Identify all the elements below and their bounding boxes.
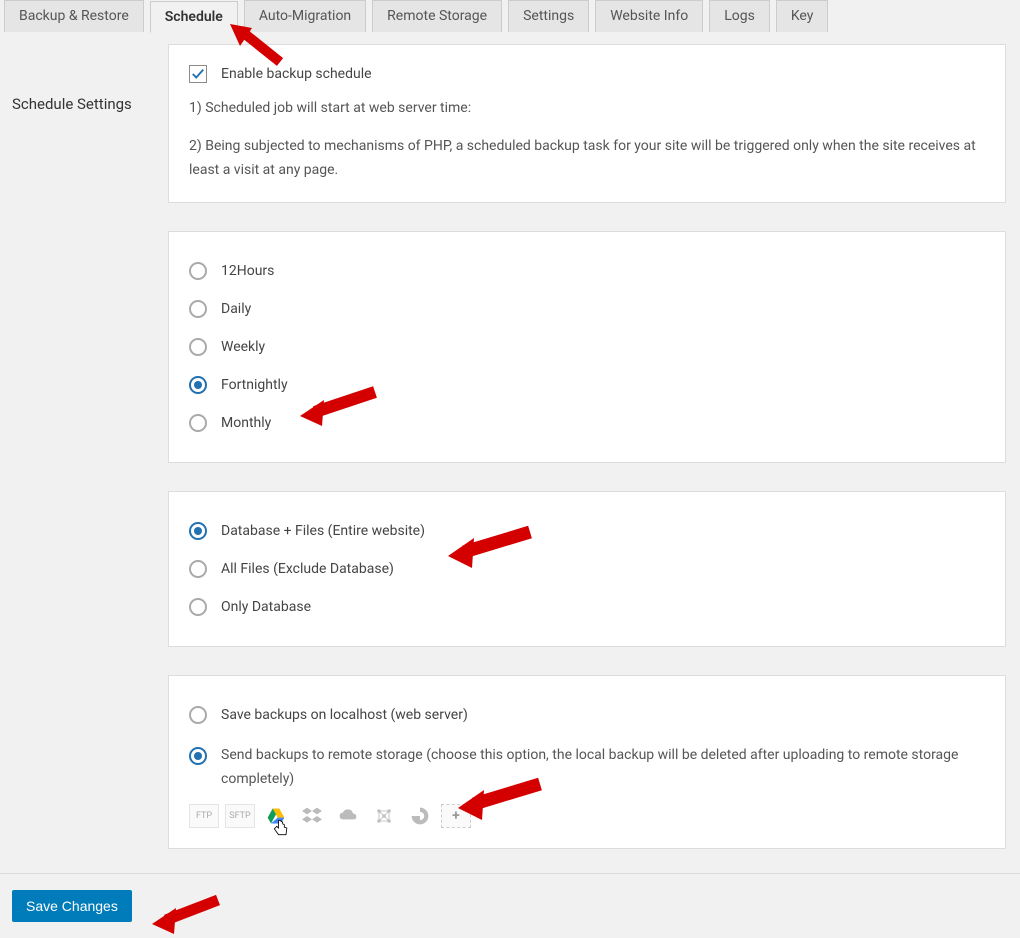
- enable-checkbox[interactable]: [189, 65, 207, 83]
- tab-website-info[interactable]: Website Info: [595, 0, 703, 32]
- tab-schedule[interactable]: Schedule: [150, 1, 238, 33]
- label-12hours: 12Hours: [221, 263, 274, 279]
- storage-icons: FTP SFTP: [189, 804, 985, 828]
- radio-only-db[interactable]: [189, 598, 207, 616]
- cursor-icon: [271, 818, 291, 842]
- tab-remote-storage[interactable]: Remote Storage: [372, 0, 502, 32]
- radio-remote[interactable]: [189, 747, 207, 765]
- save-button[interactable]: Save Changes: [12, 890, 132, 922]
- add-storage-icon[interactable]: +: [441, 804, 471, 828]
- radio-monthly[interactable]: [189, 414, 207, 432]
- enable-panel: Enable backup schedule 1) Scheduled job …: [168, 44, 1006, 203]
- note-2: 2) Being subjected to mechanisms of PHP,…: [189, 135, 985, 183]
- label-remote: Send backups to remote storage (choose t…: [221, 744, 985, 792]
- radio-daily[interactable]: [189, 300, 207, 318]
- dropbox-icon[interactable]: [297, 804, 327, 828]
- label-daily: Daily: [221, 301, 251, 317]
- tab-backup-restore[interactable]: Backup & Restore: [4, 0, 144, 32]
- label-fortnightly: Fortnightly: [221, 377, 288, 393]
- sidebar-title: Schedule Settings: [8, 44, 148, 861]
- tabs-bar: Backup & Restore Schedule Auto-Migration…: [0, 0, 1020, 32]
- footer: Save Changes: [0, 873, 1020, 938]
- onedrive-icon[interactable]: [333, 804, 363, 828]
- google-drive-icon[interactable]: [261, 804, 291, 828]
- radio-localhost[interactable]: [189, 706, 207, 724]
- ftp-icon[interactable]: FTP: [189, 804, 219, 828]
- sftp-icon[interactable]: SFTP: [225, 804, 255, 828]
- label-all-files: All Files (Exclude Database): [221, 561, 394, 577]
- tab-settings[interactable]: Settings: [508, 0, 589, 32]
- frequency-panel: 12Hours Daily Weekly Fortnightly Monthly: [168, 231, 1006, 463]
- amazon-s3-icon[interactable]: [369, 804, 399, 828]
- label-monthly: Monthly: [221, 415, 271, 431]
- tab-key[interactable]: Key: [776, 0, 829, 32]
- label-weekly: Weekly: [221, 339, 265, 355]
- radio-fortnightly[interactable]: [189, 376, 207, 394]
- tab-logs[interactable]: Logs: [709, 0, 770, 32]
- label-only-db: Only Database: [221, 599, 311, 615]
- digitalocean-icon[interactable]: [405, 804, 435, 828]
- label-db-files: Database + Files (Entire website): [221, 523, 425, 539]
- radio-weekly[interactable]: [189, 338, 207, 356]
- note-1: 1) Scheduled job will start at web serve…: [189, 97, 985, 121]
- radio-db-files[interactable]: [189, 522, 207, 540]
- scope-panel: Database + Files (Entire website) All Fi…: [168, 491, 1006, 647]
- tab-auto-migration[interactable]: Auto-Migration: [244, 0, 366, 32]
- enable-label: Enable backup schedule: [221, 66, 372, 82]
- radio-all-files[interactable]: [189, 560, 207, 578]
- radio-12hours[interactable]: [189, 262, 207, 280]
- label-localhost: Save backups on localhost (web server): [221, 707, 468, 723]
- destination-panel: Save backups on localhost (web server) S…: [168, 675, 1006, 849]
